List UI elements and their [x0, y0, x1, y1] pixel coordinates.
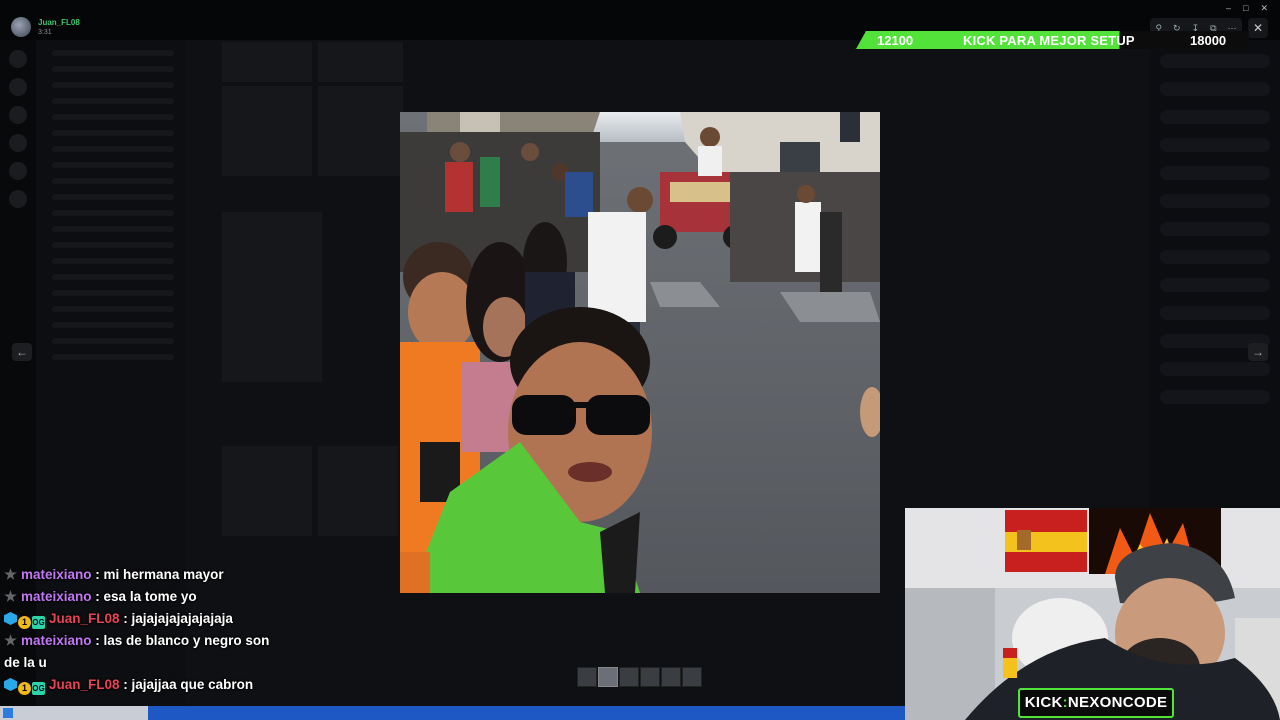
background-image	[222, 42, 312, 82]
coin-badge-icon: 1	[18, 616, 31, 629]
kick-code-badge: KICK:NEXONCODE	[1018, 688, 1174, 718]
background-image	[318, 86, 403, 176]
chat-text: : jajajajajajajajaja	[123, 611, 233, 626]
avatar[interactable]	[11, 17, 31, 37]
close-icon[interactable]: ✕	[1248, 18, 1268, 38]
thumbnail[interactable]	[598, 667, 618, 687]
donation-goal-bar: 12100 KICK PARA MEJOR SETUP 18000	[856, 31, 1249, 49]
thumbnail[interactable]	[619, 667, 639, 687]
kick-badge-code: NEXONCODE	[1067, 694, 1168, 711]
star-badge-icon	[4, 634, 17, 646]
chat-username: Juan_FL08	[49, 677, 120, 692]
background-image	[222, 212, 322, 382]
uploader-name[interactable]: Juan_FL08	[38, 18, 80, 27]
background-image	[318, 42, 403, 82]
maximize-icon[interactable]: □	[1243, 3, 1248, 14]
arrow-left-icon[interactable]: ←	[12, 343, 32, 361]
star-badge-icon	[4, 568, 17, 580]
close-window-icon[interactable]: ✕	[1260, 3, 1268, 14]
thumbnail[interactable]	[661, 667, 681, 687]
goal-label: KICK PARA MEJOR SETUP	[963, 33, 1135, 48]
og-badge-icon: OG	[32, 682, 45, 695]
arrow-right-icon[interactable]: →	[1248, 343, 1268, 361]
chat-username: Juan_FL08	[49, 611, 120, 626]
cube-badge-icon	[4, 612, 17, 625]
thumbnail[interactable]	[577, 667, 597, 687]
chat-username: mateixiano	[21, 633, 92, 648]
background-image	[222, 86, 312, 176]
chat-text: : mi hermana mayor	[95, 567, 224, 582]
cube-badge-icon	[4, 678, 17, 691]
minimize-icon[interactable]: –	[1226, 3, 1231, 14]
thumbnail-strip	[577, 667, 702, 687]
stream-chat: mateixiano : mi hermana mayor mateixiano…	[4, 564, 284, 696]
taskbar-search[interactable]	[0, 706, 148, 720]
chat-text: : esa la tome yo	[95, 589, 197, 604]
chat-message: mateixiano : mi hermana mayor	[4, 564, 284, 586]
window-controls: – □ ✕	[1226, 3, 1268, 14]
og-badge-icon: OG	[32, 616, 45, 629]
chat-username: mateixiano	[21, 589, 92, 604]
chat-message: 1 OG Juan_FL08 : jajajajajajajajaja	[4, 608, 284, 630]
chat-username: mateixiano	[21, 567, 92, 582]
upload-time: 3:31	[38, 29, 52, 36]
thumbnail[interactable]	[640, 667, 660, 687]
background-image	[318, 446, 398, 536]
kick-badge-prefix: KICK	[1024, 694, 1063, 711]
windows-start-icon[interactable]	[3, 708, 13, 718]
chat-message: mateixiano : las de blanco y negro son d…	[4, 630, 284, 674]
chat-message: 1 OG Juan_FL08 : jajajjaa que cabron	[4, 674, 284, 696]
star-badge-icon	[4, 590, 17, 602]
background-image	[222, 446, 312, 536]
coin-badge-icon: 1	[18, 682, 31, 695]
chat-text: : jajajjaa que cabron	[123, 677, 254, 692]
main-photo	[400, 112, 880, 593]
chat-message: mateixiano : esa la tome yo	[4, 586, 284, 608]
goal-current-amount: 12100	[877, 33, 914, 48]
thumbnail[interactable]	[682, 667, 702, 687]
goal-target-amount: 18000	[1190, 33, 1227, 48]
